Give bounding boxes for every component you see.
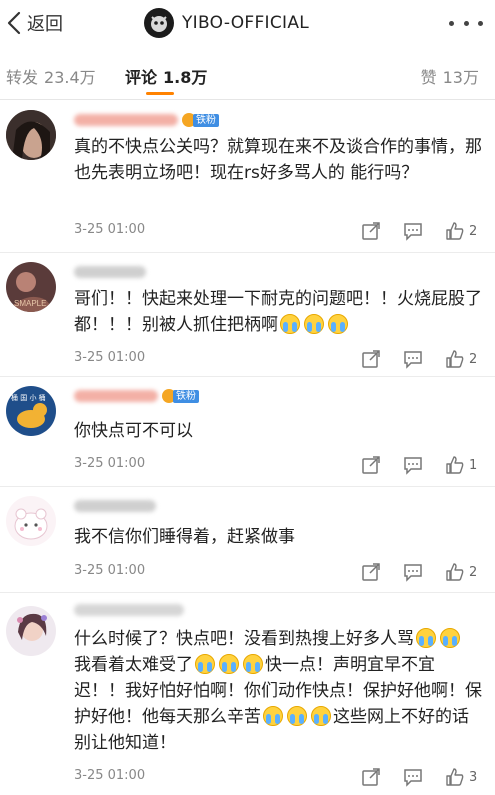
more-dot-icon	[463, 20, 469, 26]
more-options-button[interactable]	[449, 12, 483, 34]
comment-actions: 2	[339, 349, 481, 369]
svg-text:桶 国 小 桶: 桶 国 小 桶	[11, 393, 46, 402]
crying-emoji-icon	[311, 706, 331, 726]
comment-time: 3-25 01:00	[74, 222, 146, 237]
crying-emoji-icon	[219, 654, 239, 674]
repost-icon[interactable]	[361, 349, 381, 369]
comment-time: 3-25 01:00	[74, 768, 146, 783]
tab-like-count: 13万	[442, 68, 479, 87]
page-title: YIBO-OFFICIAL	[182, 13, 310, 33]
comment-text-part: 哥们！！快起来处理一下耐克的问题吧！！火烧屁股了都！！！别被人抓住把柄啊	[74, 289, 482, 335]
comment-text: 你快点可不可以	[74, 421, 193, 441]
avatar[interactable]	[6, 496, 56, 546]
back-label: 返回	[27, 14, 63, 35]
tab-bar: 转发 23.4万 评论 1.8万 赞 13万	[0, 46, 495, 100]
crying-emoji-icon	[243, 654, 263, 674]
comment-item: 桶 国 小 桶 铁粉 你快点可不可以 3-25 01:00 1	[0, 376, 495, 487]
comment-item: 什么时候了？快点吧！没看到热搜上好多人骂 我看着太难受了 快一点！声明宜早不宜迟！…	[0, 592, 495, 795]
active-tab-indicator	[146, 92, 174, 95]
tab-comment-count: 1.8万	[163, 68, 208, 87]
comment-item: SMAPLE 哥们！！快起来处理一下耐克的问题吧！！火烧屁股了都！！！别被人抓住…	[0, 252, 495, 377]
comment-icon[interactable]	[403, 221, 423, 241]
tab-like[interactable]: 赞 13万	[421, 64, 479, 88]
comment-icon[interactable]	[403, 767, 423, 787]
back-button[interactable]: 返回	[4, 9, 63, 37]
like-count: 2	[469, 351, 478, 367]
username[interactable]	[74, 601, 184, 619]
comment-actions: 1	[339, 455, 481, 475]
comment-item: 铁粉 真的不快点公关吗？就算现在来不及谈合作的事情，那也先表明立场吧！现在rs好…	[0, 100, 495, 253]
comment-text-part: 什么时候了？快点吧！没看到热搜上好多人骂	[74, 629, 414, 649]
comment-icon[interactable]	[403, 349, 423, 369]
like-count: 1	[469, 457, 478, 473]
thumbs-up-icon[interactable]	[445, 455, 465, 475]
comment-actions: 3	[339, 767, 481, 787]
repost-icon[interactable]	[361, 455, 381, 475]
crying-emoji-icon	[440, 628, 460, 648]
thumbs-up-icon[interactable]	[445, 562, 465, 582]
avatar[interactable]: SMAPLE	[6, 262, 56, 312]
crying-emoji-icon	[287, 706, 307, 726]
thumbs-up-icon[interactable]	[445, 221, 465, 241]
comment-icon[interactable]	[403, 455, 423, 475]
crying-emoji-icon	[263, 706, 283, 726]
top-bar: 返回 YIBO-OFFICIAL	[0, 0, 495, 46]
avatar[interactable]: 桶 国 小 桶	[6, 386, 56, 436]
username[interactable]	[74, 497, 156, 515]
tab-repost-count: 23.4万	[44, 68, 96, 87]
like-count: 3	[469, 769, 478, 785]
tab-comment[interactable]: 评论 1.8万	[125, 64, 207, 88]
more-dot-icon	[449, 20, 454, 26]
avatar[interactable]	[6, 110, 56, 160]
more-dot-icon	[478, 20, 483, 26]
comment-text: 我不信你们睡得着，赶紧做事	[74, 527, 295, 547]
account-logo	[144, 8, 174, 38]
comment-item: 我不信你们睡得着，赶紧做事 3-25 01:00 2	[0, 486, 495, 593]
fan-badge: 铁粉	[162, 388, 199, 404]
comment-actions: 2	[339, 562, 481, 582]
username[interactable]	[74, 263, 146, 281]
comment-icon[interactable]	[403, 562, 423, 582]
username[interactable]: 铁粉	[74, 387, 199, 405]
account-header[interactable]: YIBO-OFFICIAL	[144, 8, 309, 38]
comment-time: 3-25 01:00	[74, 456, 146, 471]
repost-icon[interactable]	[361, 221, 381, 241]
comment-time: 3-25 01:00	[74, 563, 146, 578]
comment-text: 哥们！！快起来处理一下耐克的问题吧！！火烧屁股了都！！！别被人抓住把柄啊	[74, 286, 484, 338]
svg-text:SMAPLE: SMAPLE	[14, 299, 46, 308]
comment-actions: 2	[339, 221, 481, 241]
fan-badge: 铁粉	[182, 112, 219, 128]
chevron-left-icon	[7, 11, 21, 35]
crying-emoji-icon	[304, 314, 324, 334]
repost-icon[interactable]	[361, 562, 381, 582]
tab-repost-label: 转发	[6, 68, 39, 87]
like-count: 2	[469, 223, 478, 239]
thumbs-up-icon[interactable]	[445, 349, 465, 369]
tab-repost[interactable]: 转发 23.4万	[6, 64, 96, 88]
repost-icon[interactable]	[361, 767, 381, 787]
username[interactable]: 铁粉	[74, 111, 219, 129]
like-count: 2	[469, 564, 478, 580]
crying-emoji-icon	[280, 314, 300, 334]
crying-emoji-icon	[195, 654, 215, 674]
tab-comment-label: 评论	[125, 68, 158, 87]
comment-text: 真的不快点公关吗？就算现在来不及谈合作的事情，那也先表明立场吧！现在rs好多骂人…	[74, 137, 482, 183]
tab-like-label: 赞	[420, 68, 437, 87]
avatar[interactable]	[6, 606, 56, 656]
thumbs-up-icon[interactable]	[445, 767, 465, 787]
comment-text-part: 我看着太难受了	[74, 655, 193, 675]
crying-emoji-icon	[416, 628, 436, 648]
comment-text: 什么时候了？快点吧！没看到热搜上好多人骂 我看着太难受了 快一点！声明宜早不宜迟！…	[74, 626, 484, 756]
comment-time: 3-25 01:00	[74, 350, 146, 365]
crying-emoji-icon	[328, 314, 348, 334]
